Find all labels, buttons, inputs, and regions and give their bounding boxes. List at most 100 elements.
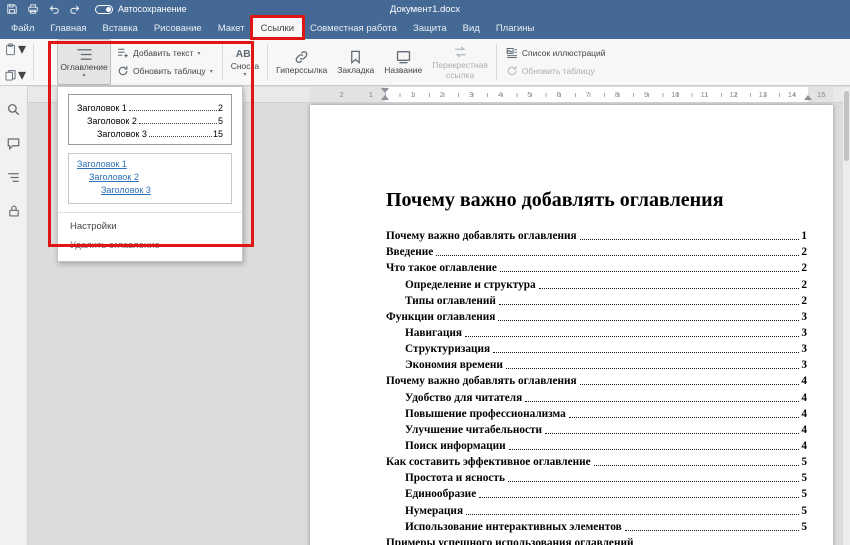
ribbon-separator (496, 44, 497, 80)
save-icon[interactable] (6, 3, 18, 15)
undo-icon[interactable] (48, 3, 60, 15)
toc-entry[interactable]: Как составить эффективное оглавление 5 (386, 452, 807, 468)
left-sidebar (0, 86, 28, 545)
toc-dot-leader (500, 271, 799, 272)
toc-remove-item[interactable]: Удалить оглавление (58, 236, 242, 255)
list-of-figures-button[interactable]: Список иллюстраций (506, 47, 606, 59)
cross-reference-button[interactable]: Перекрестнаяссылка (427, 39, 493, 85)
clipboard-group: ▾ ▾ (0, 39, 30, 85)
toc-preview-page: 2 (218, 103, 223, 113)
toc-entry[interactable]: Поиск информации 4 (386, 436, 807, 452)
toc-entry-text: Определение и структура (405, 279, 536, 291)
toc-preview-link: Заголовок 1 (77, 159, 223, 172)
toc-settings-item[interactable]: Настройки (58, 217, 242, 236)
ribbon-tab[interactable]: Главная (42, 18, 94, 39)
toc-entry[interactable]: Примеры успешного использования оглавлен… (386, 533, 807, 545)
toc-entry[interactable]: Навигация 3 (386, 323, 807, 339)
print-icon[interactable] (27, 3, 39, 15)
ribbon-tab-label: Рисование (154, 23, 202, 34)
toc-entry[interactable]: Почему важно добавлять оглавления 1 (386, 226, 807, 242)
redo-icon[interactable] (69, 3, 81, 15)
toc-entry[interactable]: Структуризация 3 (386, 339, 807, 355)
toc-entry[interactable]: Удобство для читателя 4 (386, 387, 807, 403)
toc-entry-text: Что такое оглавление (386, 262, 497, 274)
toc-entry[interactable]: Почему важно добавлять оглавления 4 (386, 371, 807, 387)
toc-entry-text: Удобство для читателя (405, 392, 522, 404)
ribbon-tab[interactable]: Плагины (488, 18, 543, 39)
toc-preview-label: Заголовок 1 (77, 103, 127, 113)
refresh-table-button[interactable]: Обновить таблицу ▾ (117, 65, 213, 77)
caret-down-icon: ▾ (197, 50, 200, 57)
ruler-number: 7 (573, 89, 602, 100)
caption-button[interactable]: Название (379, 39, 427, 85)
toc-page-number: 5 (801, 456, 807, 468)
refresh-table-label: Обновить таблицу (133, 66, 206, 76)
ruler-number: 6 (544, 89, 573, 100)
autosave-toggle[interactable]: Автосохранение (95, 4, 187, 14)
toc-entry[interactable]: Единообразие 5 (386, 484, 807, 500)
hyperlink-button[interactable]: Гиперссылка (271, 39, 332, 85)
ribbon-tab[interactable]: Совместная работа (302, 18, 405, 39)
toc-style-option-links[interactable]: Заголовок 1 Заголовок 2 Заголовок 3 (68, 153, 232, 204)
application-window: Автосохранение Документ1.docx Файл Главн… (0, 0, 850, 545)
ribbon-separator (267, 44, 268, 80)
ribbon-tab[interactable]: Ссылки (253, 18, 302, 39)
bookmark-button[interactable]: Закладка (332, 39, 379, 85)
caption-label: Название (384, 66, 422, 76)
ribbon-tab[interactable]: Макет (210, 18, 253, 39)
autosave-switch-icon (95, 5, 113, 14)
toc-entry[interactable]: Введение 2 (386, 242, 807, 258)
footnote-button[interactable]: AB¹ Сноска ▾ (226, 39, 264, 85)
table-of-contents: Почему важно добавлять оглавления 1 Введ… (386, 226, 807, 545)
toc-entry-text: Нумерация (405, 505, 463, 517)
toc-entry[interactable]: Использование интерактивных элементов 5 (386, 517, 807, 533)
toc-entry[interactable]: Нумерация 5 (386, 500, 807, 516)
toc-entry[interactable]: Что такое оглавление 2 (386, 258, 807, 274)
toc-tools-group: Добавить текст ▾ Обновить таблицу ▾ (111, 39, 219, 85)
toc-page-number: 2 (801, 279, 807, 291)
copy-button[interactable]: ▾ (4, 65, 26, 85)
scrollbar-thumb[interactable] (844, 91, 849, 161)
vertical-scrollbar[interactable] (843, 87, 850, 545)
comments-icon[interactable] (3, 132, 25, 154)
add-text-button[interactable]: Добавить текст ▾ (117, 47, 213, 59)
toc-style-option-classic[interactable]: Заголовок 1 2 Заголовок 2 5 Заголовок 3 … (68, 94, 232, 145)
ribbon-tab[interactable]: Защита (405, 18, 455, 39)
ribbon-tab[interactable]: Вид (455, 18, 488, 39)
ribbon-tab-label: Главная (50, 23, 86, 34)
paste-button[interactable]: ▾ (4, 39, 26, 59)
toc-entry[interactable]: Экономия времени 3 (386, 355, 807, 371)
toc-dot-leader (506, 368, 799, 369)
table-of-contents-button[interactable]: Оглавление ▴ (57, 39, 111, 85)
toc-entry[interactable]: Определение и структура 2 (386, 274, 807, 290)
protection-lock-icon[interactable] (3, 200, 25, 222)
toc-dot-leader (479, 497, 799, 498)
first-line-indent-marker[interactable] (381, 88, 389, 93)
ruler-number: 2 (327, 89, 356, 100)
ribbon-tab[interactable]: Файл (3, 18, 42, 39)
toc-entry[interactable]: Простота и ясность 5 (386, 468, 807, 484)
toc-page-number: 4 (801, 375, 807, 387)
toc-entry[interactable]: Повышение профессионализма 4 (386, 404, 807, 420)
search-icon[interactable] (3, 98, 25, 120)
right-indent-marker[interactable] (804, 95, 812, 100)
toc-entry[interactable]: Функции оглавления 3 (386, 307, 807, 323)
refresh-icon (506, 65, 518, 77)
ruler-number: 13 (748, 89, 777, 100)
autosave-label: Автосохранение (118, 4, 187, 14)
document-page[interactable]: Почему важно добавлять оглавления Почему… (310, 105, 833, 545)
ribbon-tab[interactable]: Рисование (146, 18, 210, 39)
toc-entry-text: Типы оглавлений (405, 295, 496, 307)
toc-entry-text: Структуризация (405, 343, 490, 355)
toc-dot-leader (499, 304, 799, 305)
caret-down-icon: ▾ (18, 39, 26, 59)
left-indent-marker[interactable] (381, 95, 389, 100)
toc-dot-leader (508, 481, 799, 482)
refresh-figures-table-button[interactable]: Обновить таблицу (506, 65, 606, 77)
ribbon-tab-label: Макет (218, 23, 245, 34)
navigation-headings-icon[interactable] (3, 166, 25, 188)
ribbon-tab[interactable]: Вставка (95, 18, 146, 39)
toc-entry[interactable]: Типы оглавлений 2 (386, 291, 807, 307)
toc-entry[interactable]: Улучшение читабельности 4 (386, 420, 807, 436)
toc-entry-text: Экономия времени (405, 359, 503, 371)
